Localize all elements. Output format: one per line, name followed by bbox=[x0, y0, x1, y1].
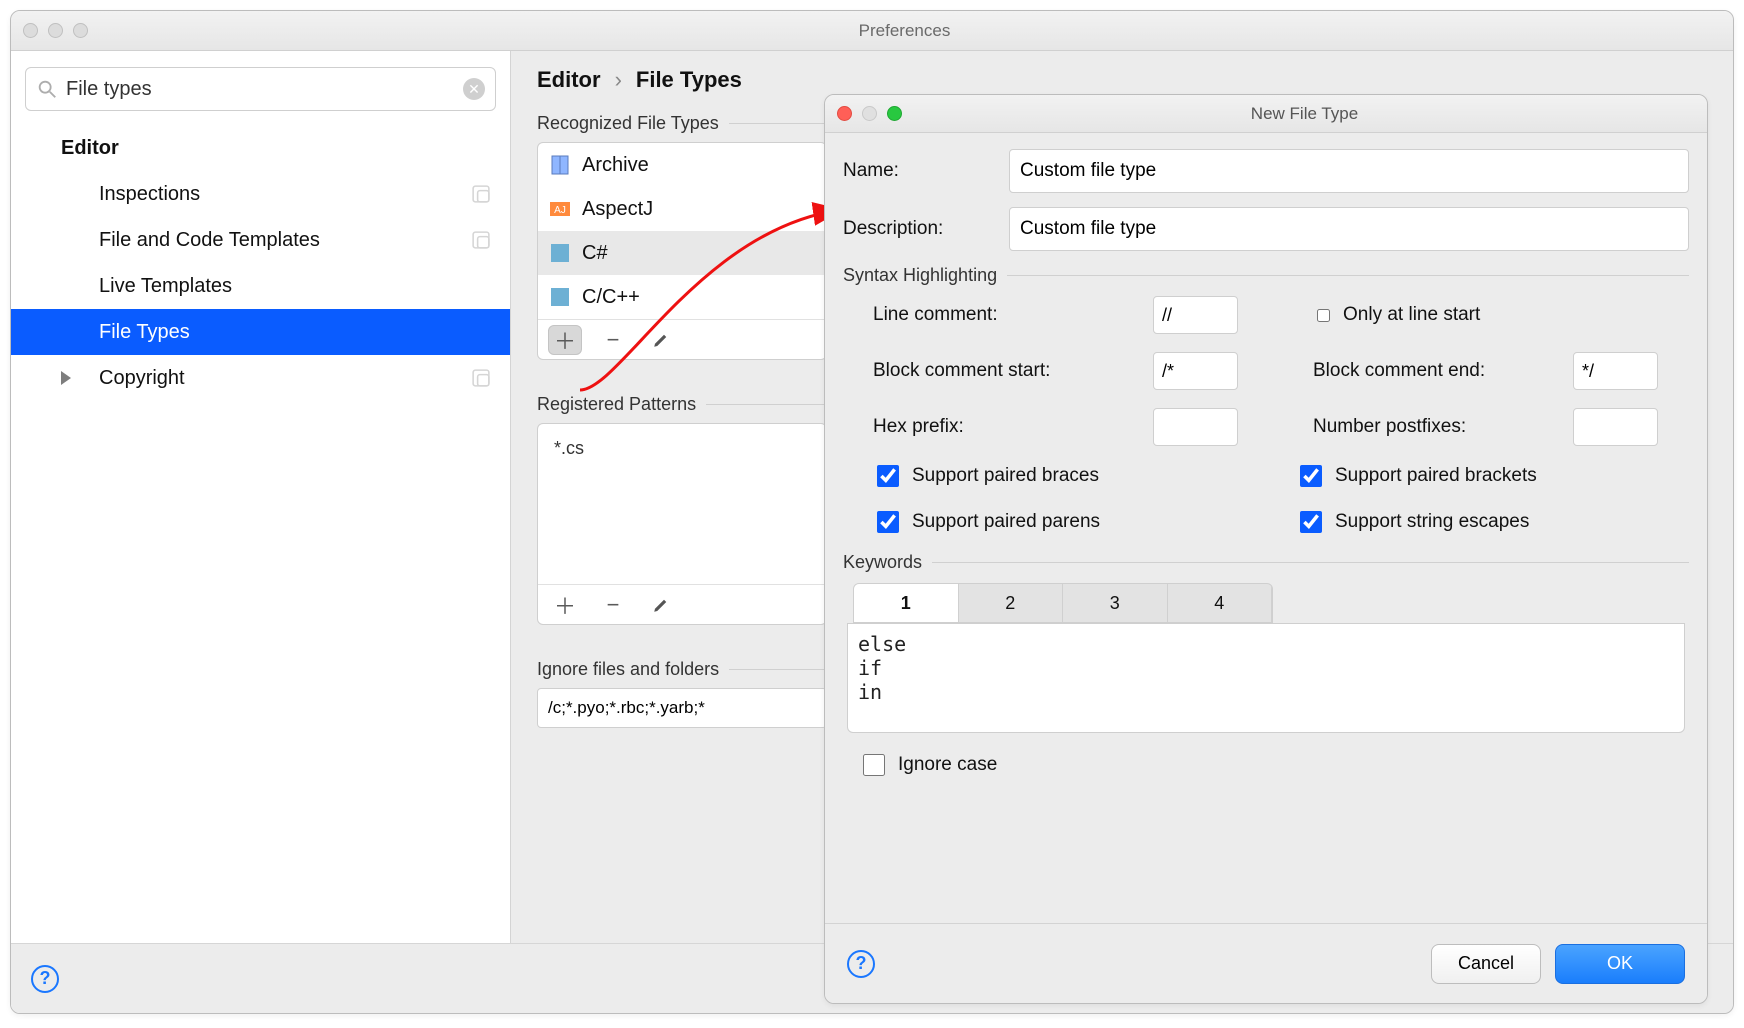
keywords-group: Keywords bbox=[843, 552, 1689, 573]
dialog-bottom-bar: ? Cancel OK bbox=[825, 923, 1707, 1003]
edit-button[interactable] bbox=[644, 325, 678, 355]
paired-brackets-checkbox[interactable]: Support paired brackets bbox=[1296, 462, 1679, 490]
block-start-label: Block comment start: bbox=[873, 360, 1133, 382]
tab-4[interactable]: 4 bbox=[1168, 584, 1273, 622]
name-label: Name: bbox=[843, 160, 993, 182]
list-item[interactable]: AJAspectJ bbox=[538, 187, 826, 231]
keywords-tabs[interactable]: 1 2 3 4 bbox=[853, 583, 1273, 623]
only-at-line-start-checkbox[interactable] bbox=[1317, 309, 1330, 322]
ok-button[interactable]: OK bbox=[1555, 944, 1685, 984]
dialog-body: Name: Description: Syntax Highlighting L… bbox=[825, 133, 1707, 779]
dialog-titlebar: New File Type bbox=[825, 95, 1707, 133]
close-dot[interactable] bbox=[837, 106, 852, 121]
search-icon bbox=[36, 78, 58, 100]
name-input[interactable] bbox=[1009, 149, 1689, 193]
pencil-icon bbox=[652, 331, 670, 349]
help-button[interactable]: ? bbox=[847, 950, 875, 978]
keywords-textarea[interactable]: else if in bbox=[847, 623, 1685, 733]
new-file-type-dialog: New File Type Name: Description: Syntax … bbox=[824, 94, 1708, 1004]
clear-icon[interactable]: ✕ bbox=[463, 78, 485, 100]
tab-3[interactable]: 3 bbox=[1063, 584, 1168, 622]
tab-2[interactable]: 2 bbox=[959, 584, 1064, 622]
list-item[interactable]: C# bbox=[538, 231, 826, 275]
number-postfix-label: Number postfixes: bbox=[1313, 416, 1553, 438]
chevron-right-icon bbox=[61, 371, 71, 385]
ignore-files-input[interactable] bbox=[537, 688, 827, 728]
paired-braces-checkbox[interactable]: Support paired braces bbox=[873, 462, 1256, 490]
remove-button[interactable]: − bbox=[596, 590, 630, 620]
breadcrumb-editor[interactable]: Editor bbox=[537, 67, 601, 93]
cpp-icon bbox=[548, 285, 572, 309]
hex-prefix-label: Hex prefix: bbox=[873, 416, 1133, 438]
titlebar: Preferences bbox=[11, 11, 1733, 51]
scope-icon bbox=[472, 369, 490, 387]
tree-item-copyright[interactable]: Copyright bbox=[11, 355, 510, 401]
breadcrumb: Editor › File Types bbox=[537, 67, 1707, 93]
line-comment-label: Line comment: bbox=[873, 304, 1133, 326]
minimize-dot[interactable] bbox=[862, 106, 877, 121]
remove-button[interactable]: − bbox=[596, 325, 630, 355]
line-comment-input[interactable] bbox=[1153, 296, 1238, 334]
ignore-case-checkbox[interactable]: Ignore case bbox=[859, 751, 1689, 779]
edit-button[interactable] bbox=[644, 590, 678, 620]
add-button[interactable]: ＋ bbox=[548, 590, 582, 620]
settings-tree: Editor Inspections File and Code Templat… bbox=[11, 125, 510, 401]
sidebar: ✕ Editor Inspections File and Code Templ… bbox=[11, 51, 511, 1013]
svg-text:AJ: AJ bbox=[554, 205, 566, 216]
block-end-input[interactable] bbox=[1573, 352, 1658, 390]
description-input[interactable] bbox=[1009, 207, 1689, 251]
minimize-dot[interactable] bbox=[48, 23, 63, 38]
list-item[interactable]: *.cs bbox=[554, 438, 810, 459]
recognized-file-types-list[interactable]: Archive AJAspectJ C# C/C++ ＋ − bbox=[537, 142, 827, 360]
list-item[interactable]: Archive bbox=[538, 143, 826, 187]
zoom-dot[interactable] bbox=[73, 23, 88, 38]
syntax-highlighting-group: Syntax Highlighting bbox=[843, 265, 1689, 286]
string-escapes-checkbox[interactable]: Support string escapes bbox=[1296, 508, 1679, 536]
patterns-toolbar: ＋ − bbox=[538, 584, 826, 624]
traffic-lights bbox=[23, 23, 88, 38]
chevron-right-icon: › bbox=[615, 67, 622, 93]
tab-1[interactable]: 1 bbox=[854, 584, 959, 622]
pencil-icon bbox=[652, 596, 670, 614]
window-title: Preferences bbox=[88, 21, 1721, 41]
tree-item-file-types[interactable]: File Types bbox=[11, 309, 510, 355]
csharp-icon bbox=[548, 241, 572, 265]
scope-icon bbox=[472, 231, 490, 249]
list-item[interactable]: C/C++ bbox=[538, 275, 826, 319]
search-input[interactable] bbox=[64, 77, 463, 102]
description-label: Description: bbox=[843, 218, 993, 240]
help-button[interactable]: ? bbox=[31, 965, 59, 993]
close-dot[interactable] bbox=[23, 23, 38, 38]
tree-item-live-templates[interactable]: Live Templates bbox=[11, 263, 510, 309]
hex-prefix-input[interactable] bbox=[1153, 408, 1238, 446]
tree-editor-group[interactable]: Editor bbox=[11, 125, 510, 171]
aspectj-icon: AJ bbox=[548, 197, 572, 221]
search-field-wrap[interactable]: ✕ bbox=[25, 67, 496, 111]
number-postfix-input[interactable] bbox=[1573, 408, 1658, 446]
registered-patterns-list[interactable]: *.cs ＋ − bbox=[537, 423, 827, 625]
block-start-input[interactable] bbox=[1153, 352, 1238, 390]
zoom-dot[interactable] bbox=[887, 106, 902, 121]
paired-parens-checkbox[interactable]: Support paired parens bbox=[873, 508, 1256, 536]
recognized-toolbar: ＋ − bbox=[538, 319, 826, 359]
archive-icon bbox=[548, 153, 572, 177]
cancel-button[interactable]: Cancel bbox=[1431, 944, 1541, 984]
syntax-grid: Line comment: Only at line start Block c… bbox=[843, 296, 1689, 456]
add-button[interactable]: ＋ bbox=[548, 325, 582, 355]
dialog-title: New File Type bbox=[902, 104, 1707, 124]
only-at-line-start-label: Only at line start bbox=[1343, 304, 1480, 326]
breadcrumb-file-types: File Types bbox=[636, 67, 742, 93]
tree-item-file-and-code-templates[interactable]: File and Code Templates bbox=[11, 217, 510, 263]
tree-item-inspections[interactable]: Inspections bbox=[11, 171, 510, 217]
block-end-label: Block comment end: bbox=[1313, 360, 1553, 382]
scope-icon bbox=[472, 185, 490, 203]
